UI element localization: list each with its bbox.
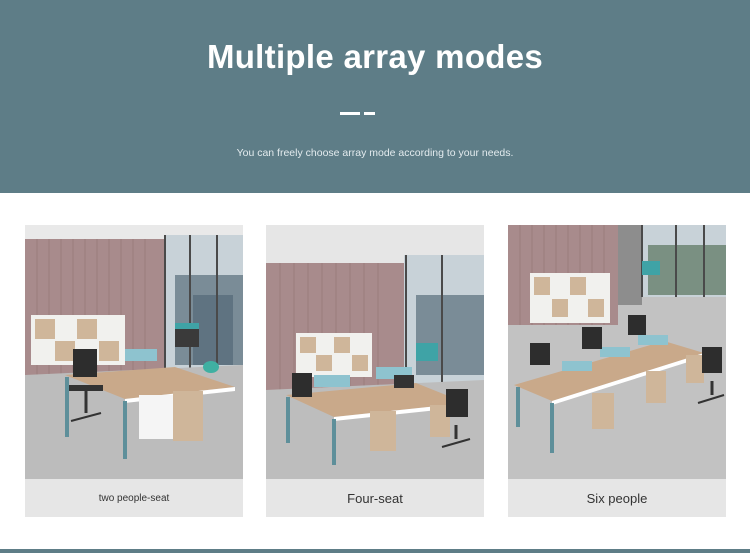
four-person-workstation-photo bbox=[266, 225, 484, 479]
two-person-workstation-photo bbox=[25, 225, 243, 479]
divider-dash-long bbox=[340, 112, 360, 115]
title-divider bbox=[340, 112, 380, 115]
page-title: Multiple array modes bbox=[206, 38, 544, 75]
divider-dash-short bbox=[364, 112, 375, 115]
page-subtitle: You can freely choose array mode accordi… bbox=[236, 147, 514, 159]
six-person-workstation-photo bbox=[508, 225, 726, 479]
array-mode-caption: Four-seat bbox=[347, 490, 403, 506]
bottom-divider bbox=[0, 549, 750, 553]
hero-banner: Multiple array modes You can freely choo… bbox=[0, 0, 750, 193]
array-mode-caption: Six people bbox=[586, 490, 648, 506]
array-mode-card-two-people: two people-seat bbox=[25, 225, 243, 517]
array-mode-card-four-seat: Four-seat bbox=[266, 225, 484, 517]
array-mode-caption: two people-seat bbox=[98, 492, 170, 504]
array-mode-card-six-people: Six people bbox=[508, 225, 726, 517]
